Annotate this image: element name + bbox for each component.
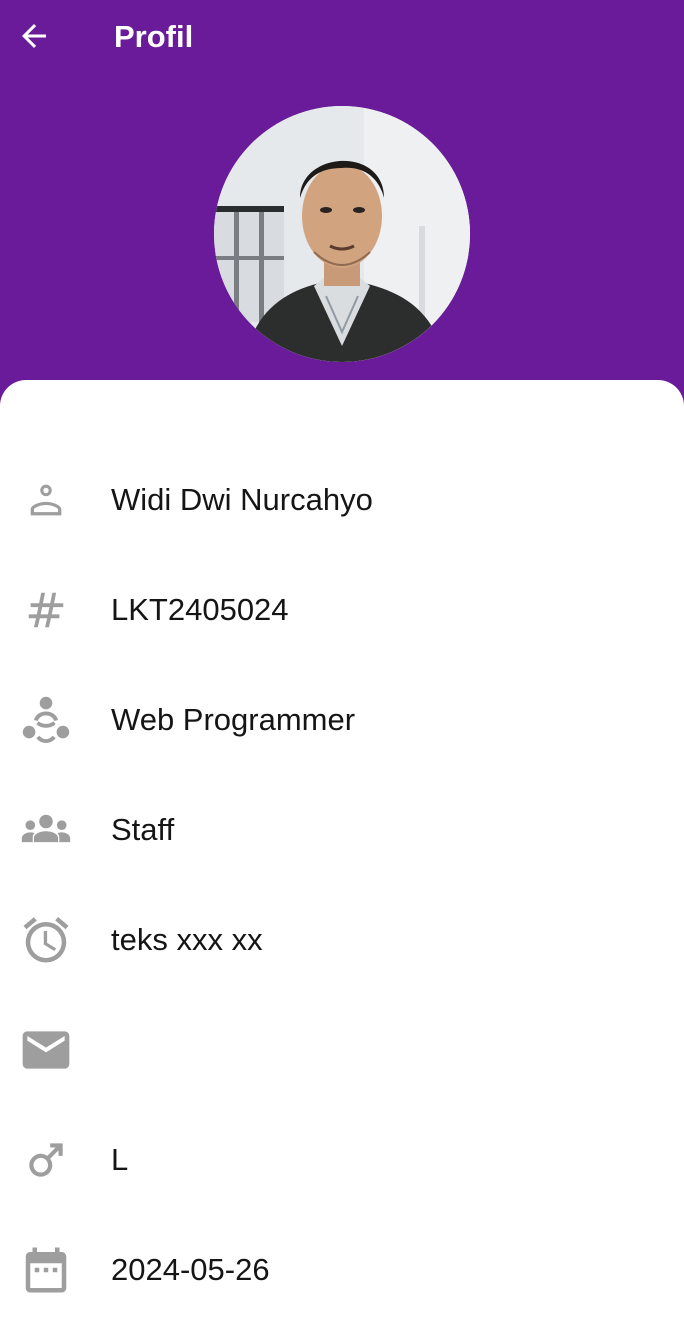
page-title: Profil xyxy=(114,19,194,54)
avatar xyxy=(214,106,470,362)
employee-gender: L xyxy=(111,1142,129,1177)
arrow-left-icon xyxy=(22,24,46,48)
profile-info-list: Widi Dwi Nurcahyo LKT2405024 Web Program… xyxy=(0,445,684,1325)
email-icon xyxy=(16,1020,76,1080)
employee-position: Web Programmer xyxy=(111,702,356,737)
person-icon xyxy=(16,470,76,530)
info-row-id: LKT2405024 xyxy=(0,555,684,665)
join-date: 2024-05-26 xyxy=(111,1252,270,1287)
info-row-name: Widi Dwi Nurcahyo xyxy=(0,445,684,555)
employee-id: LKT2405024 xyxy=(111,592,289,627)
group-icon xyxy=(16,800,76,860)
profile-header: Profil xyxy=(0,0,684,420)
info-row-position: Web Programmer xyxy=(0,665,684,775)
employee-role: Staff xyxy=(111,812,175,847)
employee-name: Widi Dwi Nurcahyo xyxy=(111,482,373,517)
calendar-icon xyxy=(16,1240,76,1300)
info-row-role: Staff xyxy=(0,775,684,885)
hash-icon xyxy=(16,580,76,640)
back-button[interactable] xyxy=(12,14,56,58)
info-row-schedule: teks xxx xx xyxy=(0,885,684,995)
info-row-date: 2024-05-26 xyxy=(0,1215,684,1325)
info-row-email xyxy=(0,995,684,1105)
info-row-gender: L xyxy=(0,1105,684,1215)
workspace-icon xyxy=(16,690,76,750)
employee-schedule: teks xxx xx xyxy=(111,922,263,957)
profile-photo xyxy=(214,106,470,362)
alarm-icon xyxy=(16,910,76,970)
male-icon xyxy=(16,1130,76,1190)
